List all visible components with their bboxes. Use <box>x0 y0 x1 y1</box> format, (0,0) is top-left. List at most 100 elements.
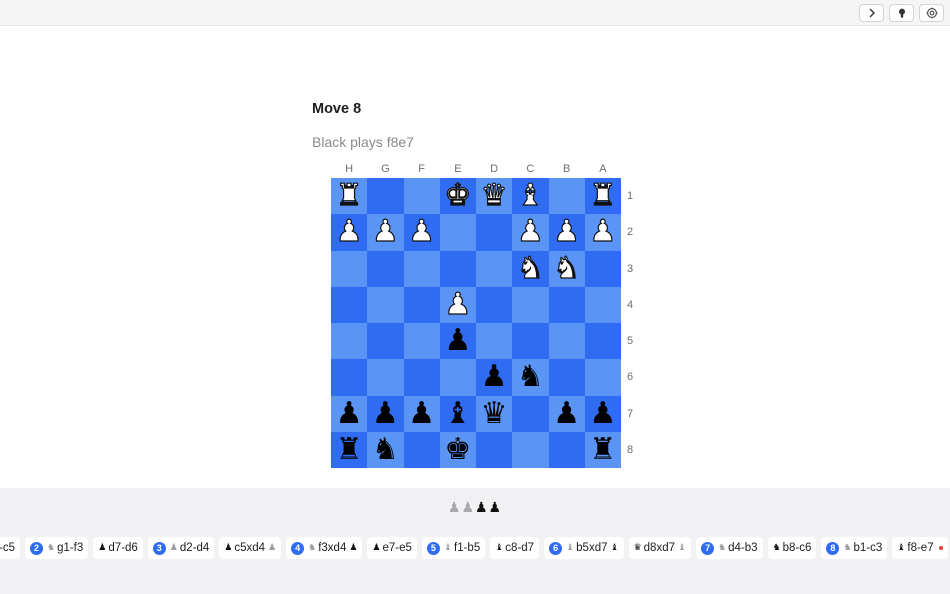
hint-button[interactable] <box>889 4 914 22</box>
board-square[interactable]: ♞ <box>548 250 585 287</box>
board-square[interactable]: ♟ <box>548 214 585 251</box>
board-square[interactable]: ♚ <box>439 431 476 468</box>
white-pawn-icon[interactable]: ♟ <box>371 216 399 247</box>
board-square[interactable] <box>476 431 513 468</box>
chess-board[interactable]: ♜ ♚ ♛ ♝ ♜ ♟ ♟ ♟ ♟ ♟ ♟ ♞ ♞ ♟ ♟ ♟ ♞ ♟ ♟ ♟ ♝ ♛ ♟ ♟ ♜ ♞ ♚ ♜ <box>331 178 621 468</box>
white-queen-icon[interactable]: ♛ <box>480 180 508 211</box>
board-square[interactable]: ♟ <box>403 214 440 251</box>
white-pawn-icon[interactable]: ♟ <box>553 216 581 247</box>
board-square[interactable] <box>403 250 440 287</box>
board-square[interactable] <box>548 323 585 360</box>
board-square[interactable] <box>331 323 368 360</box>
board-square[interactable]: ♜ <box>584 178 621 215</box>
history-move[interactable]: 3 ♟ d2-d4 <box>147 537 215 559</box>
board-square[interactable]: ♜ <box>331 431 368 468</box>
board-square[interactable] <box>584 323 621 360</box>
black-knight-icon[interactable]: ♞ <box>372 434 399 465</box>
history-move[interactable]: ♝ f8-e7 <box>892 537 948 559</box>
white-bishop-icon[interactable]: ♝ <box>516 180 544 211</box>
white-knight-icon[interactable]: ♞ <box>516 253 544 284</box>
black-pawn-icon[interactable]: ♟ <box>553 398 580 429</box>
board-square[interactable]: ♟ <box>512 214 549 251</box>
board-square[interactable]: ♟ <box>584 395 621 432</box>
board-square[interactable] <box>331 286 368 323</box>
black-bishop-icon[interactable]: ♝ <box>444 398 471 429</box>
history-move[interactable]: 7 ♞ d4-b3 <box>696 537 763 559</box>
black-rook-icon[interactable]: ♜ <box>589 434 616 465</box>
black-pawn-icon[interactable]: ♟ <box>336 398 363 429</box>
board-square[interactable] <box>584 286 621 323</box>
board-square[interactable] <box>548 286 585 323</box>
board-square[interactable] <box>548 431 585 468</box>
board-square[interactable] <box>512 286 549 323</box>
board-square[interactable] <box>331 250 368 287</box>
board-square[interactable]: ♟ <box>367 395 404 432</box>
history-move[interactable]: -c5 <box>0 537 20 559</box>
board-square[interactable] <box>439 250 476 287</box>
white-knight-icon[interactable]: ♞ <box>553 253 581 284</box>
board-square[interactable]: ♜ <box>331 178 368 215</box>
board-square[interactable]: ♟ <box>331 214 368 251</box>
board-square[interactable] <box>367 323 404 360</box>
history-move[interactable]: 8 ♞ b1-c3 <box>821 537 888 559</box>
board-square[interactable] <box>367 286 404 323</box>
board-square[interactable] <box>439 214 476 251</box>
board-square[interactable] <box>548 178 585 215</box>
white-king-icon[interactable]: ♚ <box>444 180 472 211</box>
board-square[interactable] <box>584 359 621 396</box>
board-square[interactable] <box>512 323 549 360</box>
white-rook-icon[interactable]: ♜ <box>335 180 363 211</box>
history-move[interactable]: 6 ♝ b5xd7 ♝ <box>544 537 624 559</box>
black-pawn-icon[interactable]: ♟ <box>589 398 616 429</box>
board-square[interactable] <box>367 359 404 396</box>
board-square[interactable] <box>403 286 440 323</box>
next-move-button[interactable] <box>859 4 884 22</box>
white-pawn-icon[interactable]: ♟ <box>589 216 617 247</box>
settings-button[interactable] <box>919 4 944 22</box>
white-pawn-icon[interactable]: ♟ <box>516 216 544 247</box>
black-pawn-icon[interactable]: ♟ <box>444 326 471 356</box>
white-rook-icon[interactable]: ♜ <box>589 180 617 211</box>
history-move[interactable]: ♛ d8xd7 ♝ <box>628 537 692 559</box>
board-square[interactable] <box>512 395 549 432</box>
history-move[interactable]: 2 ♞ g1-f3 <box>24 537 89 559</box>
board-square[interactable]: ♟ <box>548 395 585 432</box>
board-square[interactable] <box>476 214 513 251</box>
board-square[interactable]: ♟ <box>439 286 476 323</box>
black-pawn-icon[interactable]: ♟ <box>372 398 399 429</box>
board-square[interactable]: ♟ <box>367 214 404 251</box>
board-square[interactable]: ♟ <box>439 323 476 360</box>
board-square[interactable]: ♟ <box>403 395 440 432</box>
board-square[interactable] <box>403 431 440 468</box>
board-square[interactable] <box>476 323 513 360</box>
black-pawn-icon[interactable]: ♟ <box>408 398 435 429</box>
board-square[interactable]: ♞ <box>512 359 549 396</box>
board-square[interactable] <box>331 359 368 396</box>
black-pawn-icon[interactable]: ♟ <box>481 362 508 392</box>
black-king-icon[interactable]: ♚ <box>444 434 471 465</box>
black-knight-icon[interactable]: ♞ <box>517 362 544 392</box>
board-square[interactable]: ♝ <box>512 178 549 215</box>
board-square[interactable] <box>476 250 513 287</box>
history-move[interactable]: ♝ c8-d7 <box>490 537 540 559</box>
board-square[interactable]: ♟ <box>584 214 621 251</box>
board-square[interactable]: ♟ <box>331 395 368 432</box>
board-square[interactable]: ♟ <box>476 359 513 396</box>
board-square[interactable]: ♚ <box>439 178 476 215</box>
history-move[interactable]: ♞ b8-c6 <box>767 537 817 559</box>
history-move[interactable]: 4 ♞ f3xd4 ♟ <box>286 537 363 559</box>
black-rook-icon[interactable]: ♜ <box>336 434 363 465</box>
history-move[interactable]: 5 ♝ f1-b5 <box>421 537 486 559</box>
board-square[interactable]: ♜ <box>584 431 621 468</box>
board-square[interactable] <box>512 431 549 468</box>
board-square[interactable]: ♞ <box>367 431 404 468</box>
white-pawn-icon[interactable]: ♟ <box>335 216 363 247</box>
board-square[interactable] <box>367 250 404 287</box>
board-square[interactable]: ♛ <box>476 395 513 432</box>
black-queen-icon[interactable]: ♛ <box>481 398 508 429</box>
board-square[interactable]: ♛ <box>476 178 513 215</box>
history-move[interactable]: ♟ d7-d6 <box>93 537 143 559</box>
board-square[interactable] <box>548 359 585 396</box>
white-pawn-icon[interactable]: ♟ <box>444 289 472 320</box>
board-square[interactable] <box>584 250 621 287</box>
